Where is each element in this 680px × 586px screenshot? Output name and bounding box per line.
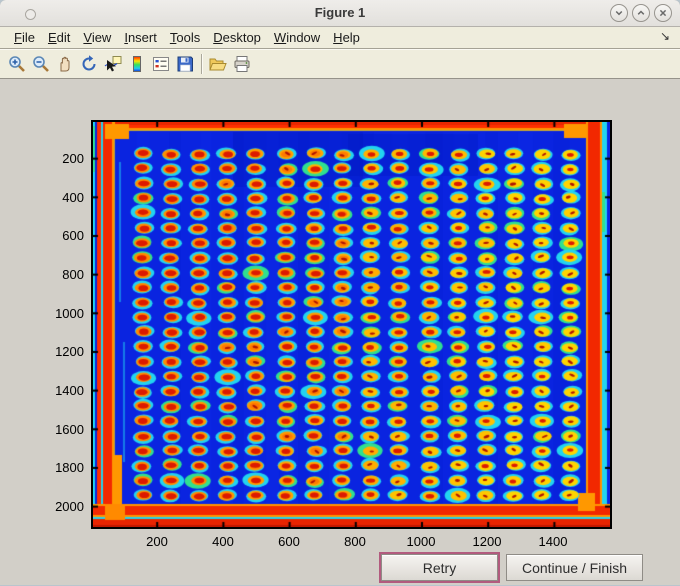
- x-tick-label: 1000: [406, 534, 436, 549]
- y-tick-label: 1800: [55, 460, 84, 475]
- titlebar[interactable]: Figure 1: [0, 0, 680, 27]
- minimize-button[interactable]: [610, 4, 628, 22]
- menu-insert[interactable]: Insert: [124, 30, 157, 45]
- close-button[interactable]: [654, 4, 672, 22]
- menu-edit[interactable]: Edit: [48, 30, 70, 45]
- figure-window: Figure 1 File Edit View Insert Tools Des…: [0, 0, 680, 586]
- rotate-3d-button[interactable]: [77, 52, 101, 76]
- y-tick-label: 1200: [55, 344, 84, 359]
- menu-tools[interactable]: Tools: [170, 30, 200, 45]
- colorbar-icon: [133, 55, 141, 72]
- toolbar-separator: [201, 53, 202, 74]
- microarray-image: [93, 122, 610, 527]
- insert-colorbar-button[interactable]: [125, 52, 149, 76]
- insert-legend-button[interactable]: [149, 52, 173, 76]
- y-tick-label: 1600: [55, 422, 84, 437]
- menu-view[interactable]: View: [83, 30, 111, 45]
- menu-help[interactable]: Help: [333, 30, 360, 45]
- save-figure-button[interactable]: [173, 52, 197, 76]
- dock-figure-icon[interactable]: ↘: [660, 29, 670, 43]
- retry-focus-ring: Retry: [379, 552, 500, 583]
- zoom-in-button[interactable]: [5, 52, 29, 76]
- open-folder-icon: [209, 58, 227, 70]
- data-cursor-button[interactable]: [101, 52, 125, 76]
- print-figure-button[interactable]: [230, 52, 254, 76]
- legend-icon: [153, 56, 169, 71]
- y-tick-label: 600: [62, 228, 84, 243]
- x-tick-label: 200: [146, 534, 168, 549]
- data-cursor-icon: [104, 55, 122, 71]
- x-tick-label: 1200: [472, 534, 502, 549]
- toolbar: [0, 49, 680, 79]
- menu-window[interactable]: Window: [274, 30, 320, 45]
- save-icon: [177, 56, 193, 71]
- x-tick-label: 600: [278, 534, 300, 549]
- continue-finish-button[interactable]: Continue / Finish: [506, 554, 643, 581]
- zoom-out-button[interactable]: [29, 52, 53, 76]
- chevron-up-icon: [637, 10, 645, 15]
- figure-area: 200 400 600 800 1000 1200 1400 1600 1800…: [0, 79, 680, 585]
- pan-button[interactable]: [53, 52, 77, 76]
- y-tick-label: 400: [62, 190, 84, 205]
- y-tick-label: 200: [62, 151, 84, 166]
- chevron-down-icon: [615, 10, 623, 16]
- x-tick-label: 800: [344, 534, 366, 549]
- open-file-button[interactable]: [206, 52, 230, 76]
- menu-desktop[interactable]: Desktop: [213, 30, 261, 45]
- menu-file[interactable]: File: [14, 30, 35, 45]
- close-icon: [659, 9, 667, 17]
- y-tick-label: 800: [62, 267, 84, 282]
- x-tick-label: 1400: [538, 534, 568, 549]
- rotate-3d-icon: [82, 54, 96, 70]
- maximize-button[interactable]: [632, 4, 650, 22]
- printer-icon: [234, 55, 250, 72]
- window-title: Figure 1: [314, 5, 366, 20]
- axes: [91, 120, 612, 529]
- menubar: File Edit View Insert Tools Desktop Wind…: [0, 27, 680, 49]
- zoom-out-icon: [33, 55, 49, 72]
- zoom-in-icon: [9, 55, 25, 72]
- hand-icon: [60, 56, 70, 71]
- x-tick-label: 400: [212, 534, 234, 549]
- y-tick-label: 2000: [55, 499, 84, 514]
- window-controls: [610, 4, 672, 22]
- y-tick-label: 1000: [55, 306, 84, 321]
- retry-button[interactable]: Retry: [381, 554, 498, 581]
- y-tick-label: 1400: [55, 383, 84, 398]
